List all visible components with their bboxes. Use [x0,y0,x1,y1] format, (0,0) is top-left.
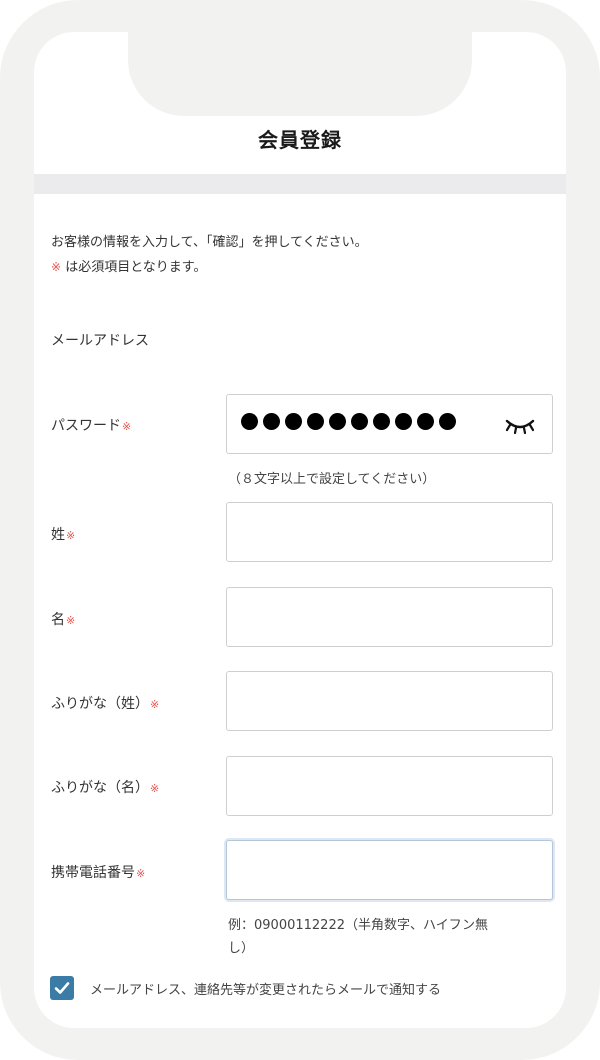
password-label-text: パスワード [51,418,121,434]
notify-label[interactable]: メールアドレス、連絡先等が変更されたらメールで通知する [90,979,441,998]
eye-closed-icon[interactable] [504,415,536,437]
password-dot [307,413,324,430]
first-name-kana-field[interactable] [226,756,553,816]
notify-checkbox[interactable] [50,976,74,1000]
phone-field[interactable] [226,840,553,900]
first-name-label-text: 名 [51,612,65,628]
required-mark: ※ [66,529,76,542]
password-label: パスワード※ [51,415,131,435]
phone-label-text: 携帯電話番号 [51,865,135,881]
notch [128,32,472,116]
header-divider [34,174,566,194]
password-dot [263,413,280,430]
intro-text: お客様の情報を入力して、「確認」を押してください。 ※ は必須項目となります。 [51,230,368,280]
phone-hint-line-1: 例：09000112222（半角数字、ハイフン無 [228,918,488,933]
password-dot [395,413,412,430]
password-dot [285,413,302,430]
required-mark: ※ [136,867,146,880]
last-name-field[interactable] [226,502,553,562]
first-name-kana-label-text: ふりがな（名） [51,780,149,796]
phone-hint: 例：09000112222（半角数字、ハイフン無 し） [228,914,488,960]
intro-line-1: お客様の情報を入力して、「確認」を押してください。 [51,235,368,250]
email-label-text: メールアドレス [51,333,149,349]
intro-line-2: ※ は必須項目となります。 [51,255,368,280]
phone-label: 携帯電話番号※ [51,862,145,882]
phone-hint-line-2: し） [228,941,255,956]
password-dot [351,413,368,430]
password-field[interactable] [226,394,553,454]
required-mark: ※ [150,782,160,795]
last-name-kana-label-text: ふりがな（姓） [51,696,149,712]
last-name-label-text: 姓 [51,527,65,543]
last-name-kana-field[interactable] [226,671,553,731]
last-name-kana-label: ふりがな（姓）※ [51,693,159,713]
password-dot [439,413,456,430]
first-name-label: 名※ [51,609,75,629]
required-mark: ※ [150,698,160,711]
required-mark: ※ [122,420,132,433]
check-icon [54,982,70,994]
first-name-kana-label: ふりがな（名）※ [51,777,159,797]
password-hint: （８文字以上で設定してください） [228,472,436,487]
password-dot [417,413,434,430]
required-mark: ※ [66,614,76,627]
password-dot [241,413,258,430]
last-name-label: 姓※ [51,524,75,544]
password-dot [329,413,346,430]
page-title: 会員登録 [258,128,342,152]
first-name-field[interactable] [226,587,553,647]
password-dot [373,413,390,430]
screen: 会員登録 お客様の情報を入力して、「確認」を押してください。 ※ は必須項目とな… [34,32,566,1028]
email-label: メールアドレス [51,330,149,350]
intro-line-2-text: は必須項目となります。 [61,260,207,275]
required-mark: ※ [51,260,62,274]
password-masked-value [241,413,456,430]
